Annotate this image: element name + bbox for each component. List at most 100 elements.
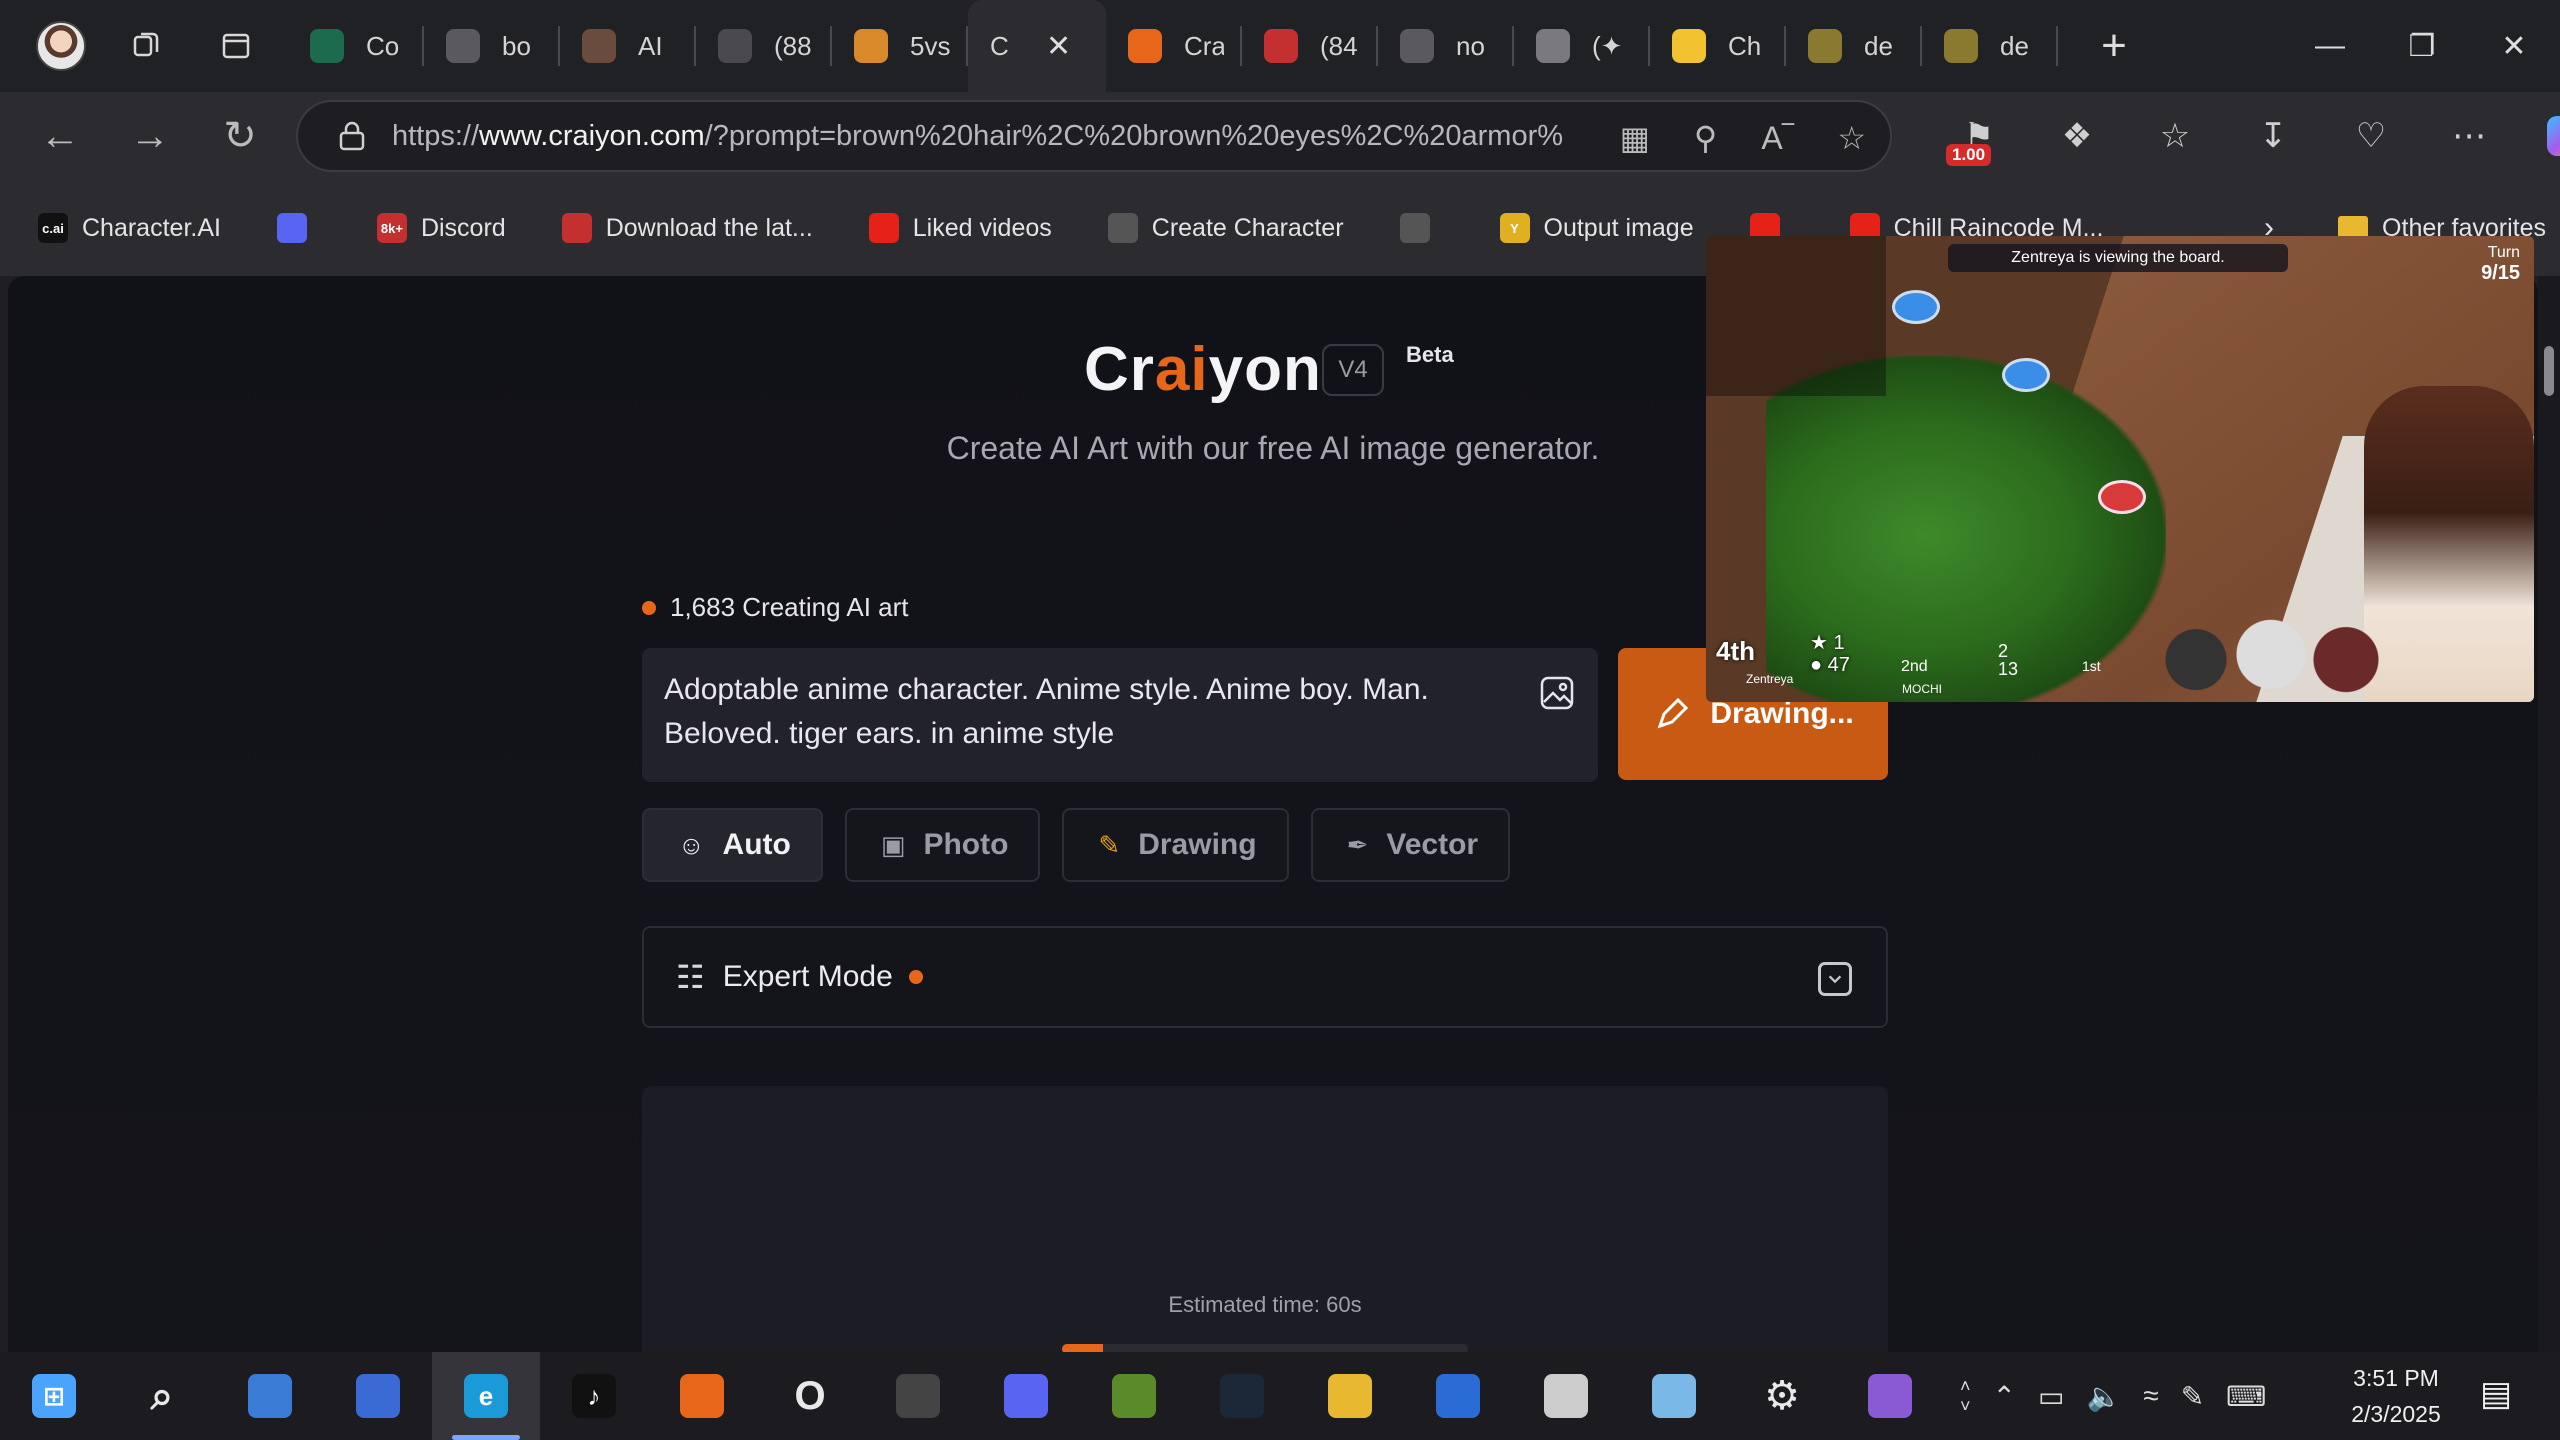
workspaces-icon[interactable] xyxy=(116,16,176,76)
taskbar-app[interactable] xyxy=(864,1352,972,1440)
browser-tab[interactable]: bo xyxy=(424,0,560,92)
taskbar-app[interactable] xyxy=(1620,1352,1728,1440)
result-panel: Estimated time: 60s xyxy=(642,1086,1888,1352)
taskbar-app[interactable] xyxy=(1188,1352,1296,1440)
refresh-button[interactable]: ↻ xyxy=(210,106,270,166)
browser-tab-strip: Co bo AI (88 5vs C ✕ Cra (84 no (✦ Ch de de + — ❐ ✕ xyxy=(0,0,2560,92)
browser-tab[interactable]: (84 xyxy=(1242,0,1378,92)
mode-label: Vector xyxy=(1386,828,1479,861)
bookmark-item[interactable] xyxy=(276,213,321,243)
browser-tab[interactable]: 5vs xyxy=(832,0,968,92)
progress-fill xyxy=(1062,1344,1103,1352)
mode-drawing-button[interactable]: ✎ Drawing xyxy=(1062,808,1289,882)
taskbar-app[interactable] xyxy=(216,1352,324,1440)
close-window-button[interactable]: ✕ xyxy=(2468,0,2560,92)
bookmark-item[interactable] xyxy=(1399,213,1444,243)
bookmark-label: Liked videos xyxy=(912,213,1052,242)
browser-tab[interactable]: AI xyxy=(560,0,696,92)
extension-flag-icon[interactable]: ⚑ 1.00 xyxy=(1930,92,2028,180)
back-button[interactable]: ← xyxy=(30,106,90,166)
expert-mode-toggle[interactable]: ☷ Expert Mode xyxy=(642,926,1888,1028)
downloads-icon[interactable]: ↧ xyxy=(2224,92,2322,180)
taskbar-app[interactable] xyxy=(972,1352,1080,1440)
browser-tab[interactable]: Co xyxy=(288,0,424,92)
forward-button[interactable]: → xyxy=(120,106,180,166)
keyboard-icon[interactable]: ⌨ xyxy=(2226,1380,2266,1413)
show-hidden-icons-icon[interactable]: ⌃ xyxy=(1993,1380,2016,1413)
close-tab-icon[interactable]: ✕ xyxy=(1046,29,1071,64)
more-menu-icon[interactable]: ⋯ xyxy=(2420,92,2518,180)
tab-favicon-icon xyxy=(1944,29,1978,63)
taskbar-app[interactable] xyxy=(648,1352,756,1440)
taskbar-app[interactable]: O xyxy=(756,1352,864,1440)
taskbar-app[interactable] xyxy=(1512,1352,1620,1440)
browser-tab[interactable]: Cra xyxy=(1106,0,1242,92)
mode-vector-button[interactable]: ✒ Vector xyxy=(1310,808,1511,882)
start-icon: ⊞ xyxy=(32,1374,76,1418)
browser-essentials-icon[interactable]: ♡ xyxy=(2322,92,2420,180)
scrollbar-thumb[interactable] xyxy=(2544,346,2554,396)
craiyon-logo[interactable]: Craiyon xyxy=(1084,334,1322,405)
browser-tab[interactable]: C ✕ xyxy=(968,0,1106,92)
taskbar-app[interactable]: ♪ xyxy=(540,1352,648,1440)
mode-photo-button[interactable]: ▣ Photo xyxy=(844,808,1041,882)
lock-icon[interactable] xyxy=(338,120,366,152)
notifications-icon[interactable]: ▤ xyxy=(2480,1374,2524,1418)
status-dot-icon xyxy=(642,600,656,615)
browser-tab[interactable]: no xyxy=(1378,0,1514,92)
url-text[interactable]: https://www.craiyon.com/?prompt=brown%20… xyxy=(392,120,1562,153)
browser-tab[interactable]: de xyxy=(1786,0,1922,92)
bookmark-item[interactable]: Create Character xyxy=(1107,213,1344,243)
taskbar-clock[interactable]: 3:51 PM 2/3/2025 xyxy=(2326,1360,2466,1432)
minimize-button[interactable]: — xyxy=(2284,0,2376,92)
browser-tab[interactable]: de xyxy=(1922,0,2058,92)
tray-scroll-icon[interactable]: ˄ ˅ xyxy=(1960,1376,1971,1416)
taskbar-app[interactable] xyxy=(1296,1352,1404,1440)
copilot-icon[interactable] xyxy=(2518,92,2560,180)
page-scrollbar[interactable] xyxy=(2538,276,2560,1352)
extensions-icon[interactable]: ❖ xyxy=(2028,92,2126,180)
bookmark-item[interactable]: Y Output image xyxy=(1499,213,1694,243)
vertical-tabs-icon[interactable] xyxy=(206,16,266,76)
app-available-icon[interactable]: ▦ xyxy=(1620,119,1650,157)
taskbar-app[interactable] xyxy=(1080,1352,1188,1440)
bookmark-item[interactable]: Download the lat... xyxy=(561,213,813,243)
address-bar[interactable]: https://www.craiyon.com/?prompt=brown%20… xyxy=(296,100,1892,172)
browser-tab[interactable]: Ch xyxy=(1650,0,1786,92)
bookmark-item[interactable]: Liked videos xyxy=(868,213,1052,243)
wifi-icon[interactable]: ≈ xyxy=(2143,1380,2158,1412)
taskbar-app[interactable] xyxy=(1404,1352,1512,1440)
prompt-text[interactable]: Adoptable anime character. Anime style. … xyxy=(664,673,1429,750)
picture-in-picture-video[interactable]: Zentreya is viewing the board. Turn 9/15 … xyxy=(1706,236,2534,702)
profile-avatar[interactable] xyxy=(36,21,86,71)
taskbar-app[interactable]: ⊞ xyxy=(0,1352,108,1440)
pen-icon[interactable]: ✎ xyxy=(2181,1380,2204,1413)
player2-name: MOCHI xyxy=(1902,682,1942,696)
bookmark-item[interactable]: c.ai Character.AI xyxy=(38,213,221,243)
prompt-input[interactable]: Adoptable anime character. Anime style. … xyxy=(642,648,1598,782)
bookmark-item[interactable]: 8k+ Discord xyxy=(376,213,506,243)
chevron-down-icon[interactable] xyxy=(1818,962,1852,996)
taskbar-app[interactable]: e xyxy=(432,1352,540,1440)
app-orange-icon xyxy=(680,1374,724,1418)
pencil-icon: ✎ xyxy=(1098,829,1121,860)
favorite-star-icon[interactable]: ☆ xyxy=(1837,119,1866,157)
taskbar-app[interactable] xyxy=(1836,1352,1944,1440)
volume-icon[interactable]: 🔈 xyxy=(2086,1380,2121,1413)
bookmark-favicon-icon: 8k+ xyxy=(376,213,407,243)
tab-title: C xyxy=(990,30,1009,61)
taskbar-app[interactable]: ⌕ xyxy=(108,1352,216,1440)
read-aloud-icon[interactable]: A‾ xyxy=(1761,120,1793,157)
tab-title: bo xyxy=(502,30,531,61)
new-tab-button[interactable]: + xyxy=(2084,16,2144,76)
zoom-icon[interactable]: ⚲ xyxy=(1694,119,1717,157)
restore-button[interactable]: ❐ xyxy=(2376,0,2468,92)
browser-tab[interactable]: (✦ xyxy=(1514,0,1650,92)
taskbar-app[interactable]: ⚙ xyxy=(1728,1352,1836,1440)
image-upload-icon[interactable] xyxy=(1538,674,1576,712)
browser-tab[interactable]: (88 xyxy=(696,0,832,92)
mode-auto-button[interactable]: ☺ Auto xyxy=(642,808,823,882)
favorites-icon[interactable]: ☆ xyxy=(2126,92,2224,180)
battery-icon[interactable]: ▭ xyxy=(2038,1380,2064,1413)
taskbar-app[interactable] xyxy=(324,1352,432,1440)
